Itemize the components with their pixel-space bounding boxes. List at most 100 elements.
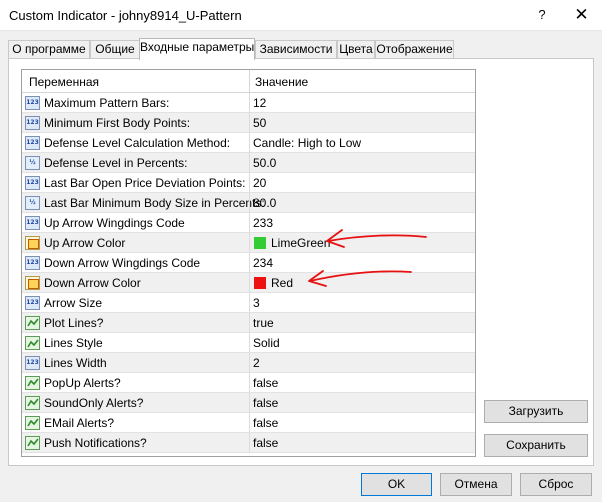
column-separator <box>249 93 250 113</box>
color-swatch[interactable] <box>254 237 266 249</box>
bool-icon <box>25 436 40 450</box>
param-value[interactable]: Red <box>271 276 293 290</box>
param-value[interactable]: LimeGreen <box>271 236 330 250</box>
tab-inputs[interactable]: Входные параметры <box>139 38 255 60</box>
bool-icon <box>25 396 40 410</box>
grid-rows: 123 Maximum Pattern Bars: 12 123 Minimum Fi… <box>22 93 475 453</box>
param-value[interactable]: true <box>253 316 274 330</box>
table-row[interactable]: Up Arrow Color LimeGreen <box>22 233 475 253</box>
ok-button[interactable]: OK <box>361 473 432 496</box>
tab-general[interactable]: Общие <box>90 40 140 59</box>
table-row[interactable]: ½ Last Bar Minimum Body Size in Percents:… <box>22 193 475 213</box>
param-value[interactable]: 50.0 <box>253 156 276 170</box>
table-row[interactable]: Lines Style Solid <box>22 333 475 353</box>
param-name: EMail Alerts? <box>44 416 115 430</box>
param-name: Last Bar Minimum Body Size in Percents: <box>44 196 265 210</box>
param-value[interactable]: 50 <box>253 116 266 130</box>
int-icon: 123 <box>25 116 40 130</box>
column-separator <box>249 133 250 153</box>
int-icon: 123 <box>25 96 40 110</box>
param-value[interactable]: 2 <box>253 356 260 370</box>
close-icon[interactable]: ✕ <box>561 0 602 31</box>
tab-strip: О программе Общие Входные параметры Зави… <box>8 38 594 60</box>
param-name: Up Arrow Color <box>44 236 126 250</box>
reset-button[interactable]: Сброс <box>520 473 592 496</box>
tab-panel: Переменная Значение 123 Maximum Pattern B… <box>8 58 594 466</box>
param-value[interactable]: 80.0 <box>253 196 276 210</box>
tab-about[interactable]: О программе <box>8 40 90 59</box>
tab-dependencies[interactable]: Зависимости <box>255 40 337 59</box>
cancel-button[interactable]: Отмена <box>440 473 512 496</box>
header-variable[interactable]: Переменная <box>29 75 99 89</box>
table-row[interactable]: Plot Lines? true <box>22 313 475 333</box>
param-name: Down Arrow Color <box>44 276 141 290</box>
param-value[interactable]: false <box>253 436 278 450</box>
param-value[interactable]: 3 <box>253 296 260 310</box>
param-name: Lines Style <box>44 336 103 350</box>
param-name: SoundOnly Alerts? <box>44 396 144 410</box>
param-value[interactable]: false <box>253 376 278 390</box>
header-value[interactable]: Значение <box>255 75 308 89</box>
param-name: PopUp Alerts? <box>44 376 121 390</box>
table-row[interactable]: Down Arrow Color Red <box>22 273 475 293</box>
column-separator <box>249 413 250 433</box>
param-name: Push Notifications? <box>44 436 147 450</box>
int-icon: 123 <box>25 216 40 230</box>
param-value[interactable]: 12 <box>253 96 266 110</box>
tab-visualization[interactable]: Отображение <box>375 40 454 59</box>
load-button[interactable]: Загрузить <box>484 400 588 423</box>
param-value[interactable]: Candle: High to Low <box>253 136 361 150</box>
title-bar: Custom Indicator - johny8914_U-Pattern ?… <box>0 0 602 31</box>
param-value[interactable]: false <box>253 396 278 410</box>
help-button[interactable]: ? <box>523 4 561 26</box>
param-name: Minimum First Body Points: <box>44 116 191 130</box>
bool-icon <box>25 416 40 430</box>
int-icon: 123 <box>25 296 40 310</box>
table-row[interactable]: 123 Maximum Pattern Bars: 12 <box>22 93 475 113</box>
column-separator <box>249 333 250 353</box>
table-row[interactable]: ½ Defense Level in Percents: 50.0 <box>22 153 475 173</box>
double-icon: ½ <box>25 156 40 170</box>
column-separator <box>249 433 250 453</box>
color-icon <box>25 276 40 290</box>
column-separator <box>249 113 250 133</box>
table-row[interactable]: 123 Last Bar Open Price Deviation Points:… <box>22 173 475 193</box>
window-title: Custom Indicator - johny8914_U-Pattern <box>9 8 242 23</box>
param-value[interactable]: 234 <box>253 256 273 270</box>
table-row[interactable]: 123 Arrow Size 3 <box>22 293 475 313</box>
column-separator <box>249 213 250 233</box>
table-row[interactable]: 123 Down Arrow Wingdings Code 234 <box>22 253 475 273</box>
table-row[interactable]: Push Notifications? false <box>22 433 475 453</box>
table-row[interactable]: PopUp Alerts? false <box>22 373 475 393</box>
table-row[interactable]: 123 Minimum First Body Points: 50 <box>22 113 475 133</box>
param-name: Plot Lines? <box>44 316 104 330</box>
column-separator <box>249 233 250 253</box>
table-row[interactable]: SoundOnly Alerts? false <box>22 393 475 413</box>
color-swatch[interactable] <box>254 277 266 289</box>
param-name: Maximum Pattern Bars: <box>44 96 170 110</box>
param-name: Defense Level in Percents: <box>44 156 188 170</box>
save-button[interactable]: Сохранить <box>484 434 588 457</box>
param-value[interactable]: Solid <box>253 336 280 350</box>
param-value[interactable]: 233 <box>253 216 273 230</box>
column-separator <box>249 373 250 393</box>
column-separator <box>249 393 250 413</box>
enum-icon <box>25 336 40 350</box>
column-separator <box>249 193 250 213</box>
tab-colors[interactable]: Цвета <box>337 40 375 59</box>
table-row[interactable]: 123 Up Arrow Wingdings Code 233 <box>22 213 475 233</box>
int-icon: 123 <box>25 356 40 370</box>
column-separator <box>249 273 250 293</box>
param-value[interactable]: false <box>253 416 278 430</box>
param-name: Lines Width <box>44 356 107 370</box>
header-separator <box>249 70 250 93</box>
param-name: Last Bar Open Price Deviation Points: <box>44 176 246 190</box>
param-name: Arrow Size <box>44 296 103 310</box>
table-row[interactable]: 123 Lines Width 2 <box>22 353 475 373</box>
param-value[interactable]: 20 <box>253 176 266 190</box>
int-icon: 123 <box>25 256 40 270</box>
table-row[interactable]: 123 Defense Level Calculation Method: Cand… <box>22 133 475 153</box>
color-icon <box>25 236 40 250</box>
bool-icon <box>25 316 40 330</box>
table-row[interactable]: EMail Alerts? false <box>22 413 475 433</box>
